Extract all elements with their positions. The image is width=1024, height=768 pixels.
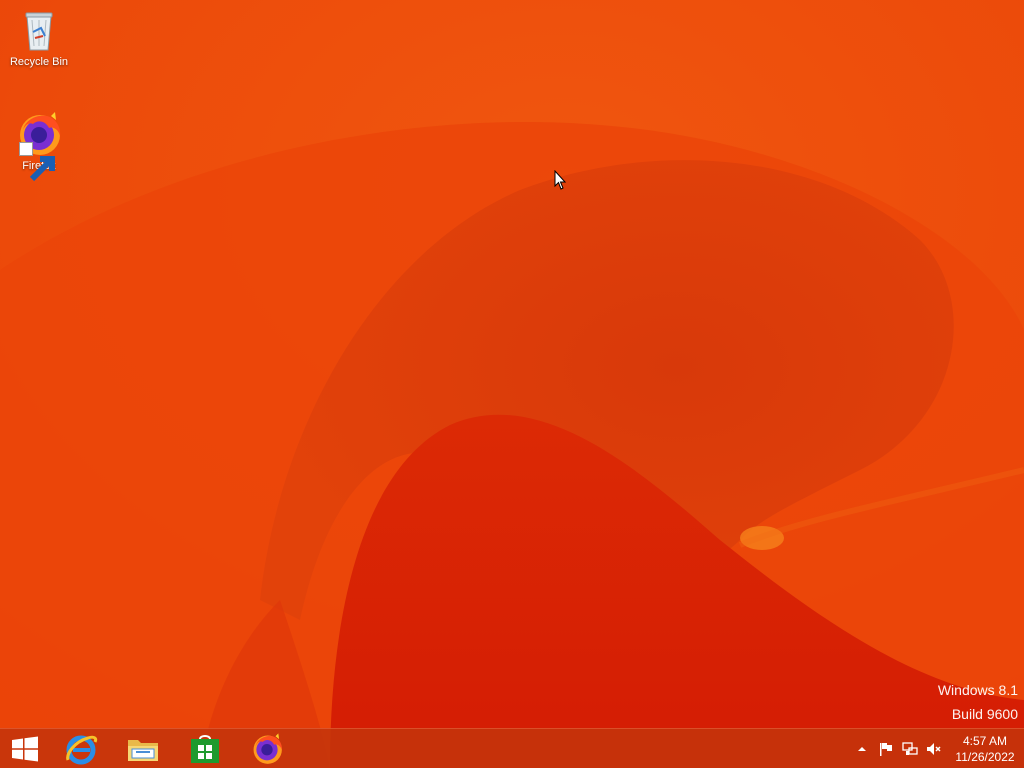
taskbar-clock[interactable]: 4:57 AM 11/26/2022 xyxy=(946,729,1024,768)
watermark-build: Build 9600 xyxy=(951,706,1018,722)
action-center-flag-icon xyxy=(880,743,892,756)
watermark-version: Windows 8.1 xyxy=(937,682,1018,698)
volume-muted-icon xyxy=(927,743,941,755)
wallpaper xyxy=(0,0,1024,768)
firefox-desktop-icon[interactable]: Firefox xyxy=(4,110,74,182)
shortcut-arrow-icon xyxy=(19,142,55,182)
show-hidden-icons-button[interactable] xyxy=(850,729,874,768)
windows-logo-icon xyxy=(12,736,38,762)
desktop[interactable]: Recycle Bin Firefox Windows 8.1 Build 96… xyxy=(0,0,1024,768)
firefox-taskbar-button[interactable] xyxy=(238,729,296,768)
internet-explorer-taskbar-button[interactable] xyxy=(52,729,110,768)
file-explorer-icon xyxy=(128,740,158,761)
windows-build-watermark: Windows 8.1 Build 9600 xyxy=(938,678,1018,726)
internet-explorer-icon xyxy=(66,735,98,765)
file-explorer-taskbar-button[interactable] xyxy=(114,729,172,768)
clock-date: 11/26/2022 xyxy=(955,750,1015,764)
mouse-cursor-icon xyxy=(554,170,567,190)
network-button[interactable] xyxy=(898,729,922,768)
firefox-icon xyxy=(15,110,63,182)
taskbar: 4:57 AM 11/26/2022 xyxy=(0,728,1024,768)
system-tray: 4:57 AM 11/26/2022 xyxy=(850,729,1024,768)
recycle-bin-desktop-icon[interactable]: Recycle Bin xyxy=(4,6,74,69)
network-icon xyxy=(902,742,918,755)
volume-button[interactable] xyxy=(922,729,946,768)
store-taskbar-button[interactable] xyxy=(176,729,234,768)
clock-time: 4:57 AM xyxy=(962,734,1008,748)
show-hidden-icons-icon xyxy=(858,747,866,751)
store-icon xyxy=(191,735,219,763)
recycle-bin-label: Recycle Bin xyxy=(9,56,69,68)
recycle-bin-icon xyxy=(15,6,63,54)
action-center-button[interactable] xyxy=(874,729,898,768)
firefox-icon xyxy=(253,733,282,764)
start-button[interactable] xyxy=(0,729,50,768)
